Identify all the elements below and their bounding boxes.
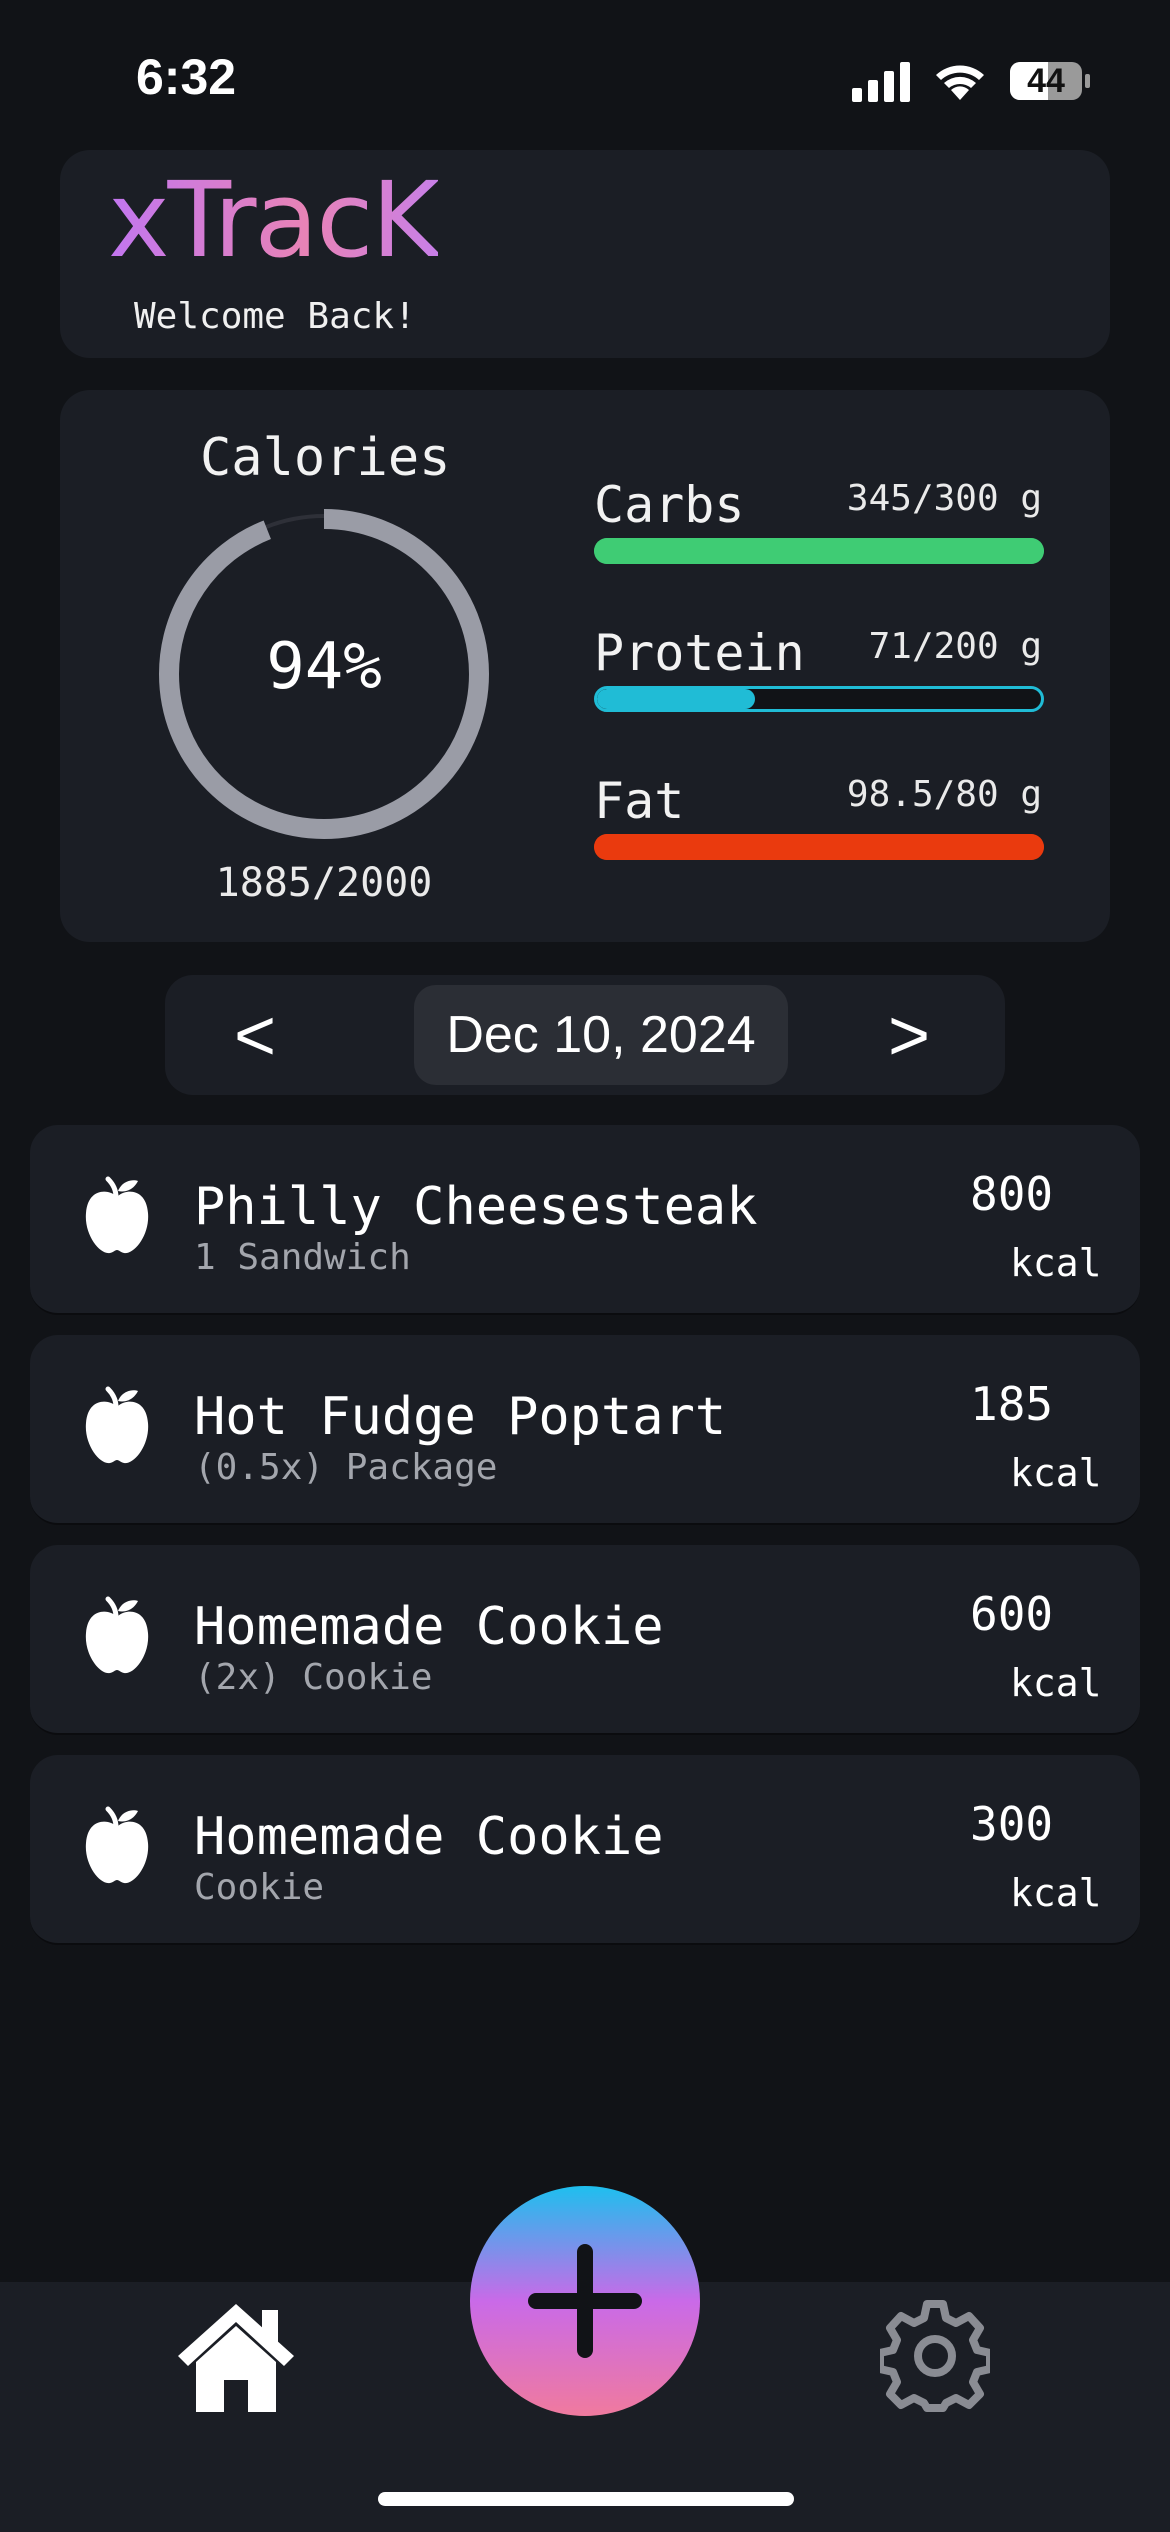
food-name: Hot Fudge Poptart [194, 1387, 727, 1447]
signal-icon [852, 62, 910, 102]
food-name: Philly Cheesesteak [194, 1177, 758, 1237]
apple-icon [85, 1176, 149, 1254]
food-serving: (0.5x) Package [194, 1447, 498, 1488]
food-entry[interactable]: Homemade Cookie Cookie 300 kcal [30, 1755, 1140, 1945]
food-kcal-unit: kcal [1010, 1661, 1102, 1705]
status-time: 6:32 [136, 49, 237, 105]
food-serving: Cookie [194, 1867, 325, 1908]
macro-name-carbs: Carbs [594, 476, 745, 534]
food-kcal: 300 [970, 1797, 1054, 1851]
food-name: Homemade Cookie [194, 1597, 664, 1657]
food-kcal-unit: kcal [1010, 1871, 1102, 1915]
welcome-text: Welcome Back! [134, 296, 416, 337]
next-day-button[interactable]: > [888, 996, 930, 1076]
home-icon[interactable] [176, 2300, 296, 2415]
macro-bar-carbs [594, 538, 1044, 564]
macro-value-carbs: 345/300 g [846, 478, 1042, 519]
food-entry[interactable]: Homemade Cookie (2x) Cookie 600 kcal [30, 1545, 1140, 1735]
prev-day-button[interactable]: < [234, 996, 276, 1076]
macro-bar-protein [594, 686, 1044, 712]
calories-title: Calories [200, 428, 451, 488]
macro-bar-fat [594, 834, 1044, 860]
food-entry[interactable]: Hot Fudge Poptart (0.5x) Package 185 kca… [30, 1335, 1140, 1525]
date-selector[interactable]: Dec 10, 2024 [414, 985, 788, 1085]
food-serving: 1 Sandwich [194, 1237, 411, 1278]
macro-value-fat: 98.5/80 g [846, 774, 1042, 815]
apple-icon [85, 1806, 149, 1884]
food-kcal: 185 [970, 1377, 1054, 1431]
plus-icon [528, 2244, 642, 2358]
gear-icon[interactable] [880, 2300, 990, 2412]
add-food-button[interactable] [470, 2186, 700, 2416]
apple-icon [85, 1386, 149, 1464]
home-indicator [378, 2492, 794, 2506]
apple-icon [85, 1596, 149, 1674]
calorie-percent: 94% [266, 630, 382, 704]
battery-level: 44 [1027, 62, 1065, 100]
calorie-count: 1885/2000 [215, 860, 433, 906]
macro-name-fat: Fat [594, 772, 685, 830]
food-entry[interactable]: Philly Cheesesteak 1 Sandwich 800 kcal [30, 1125, 1140, 1315]
food-name: Homemade Cookie [194, 1807, 664, 1867]
food-kcal: 800 [970, 1167, 1054, 1221]
app-title: xTracK [108, 159, 440, 281]
macro-value-protein: 71/200 g [868, 626, 1042, 667]
food-kcal-unit: kcal [1010, 1451, 1102, 1495]
food-kcal: 600 [970, 1587, 1054, 1641]
food-serving: (2x) Cookie [194, 1657, 433, 1698]
food-kcal-unit: kcal [1010, 1241, 1102, 1285]
wifi-icon [936, 65, 984, 100]
